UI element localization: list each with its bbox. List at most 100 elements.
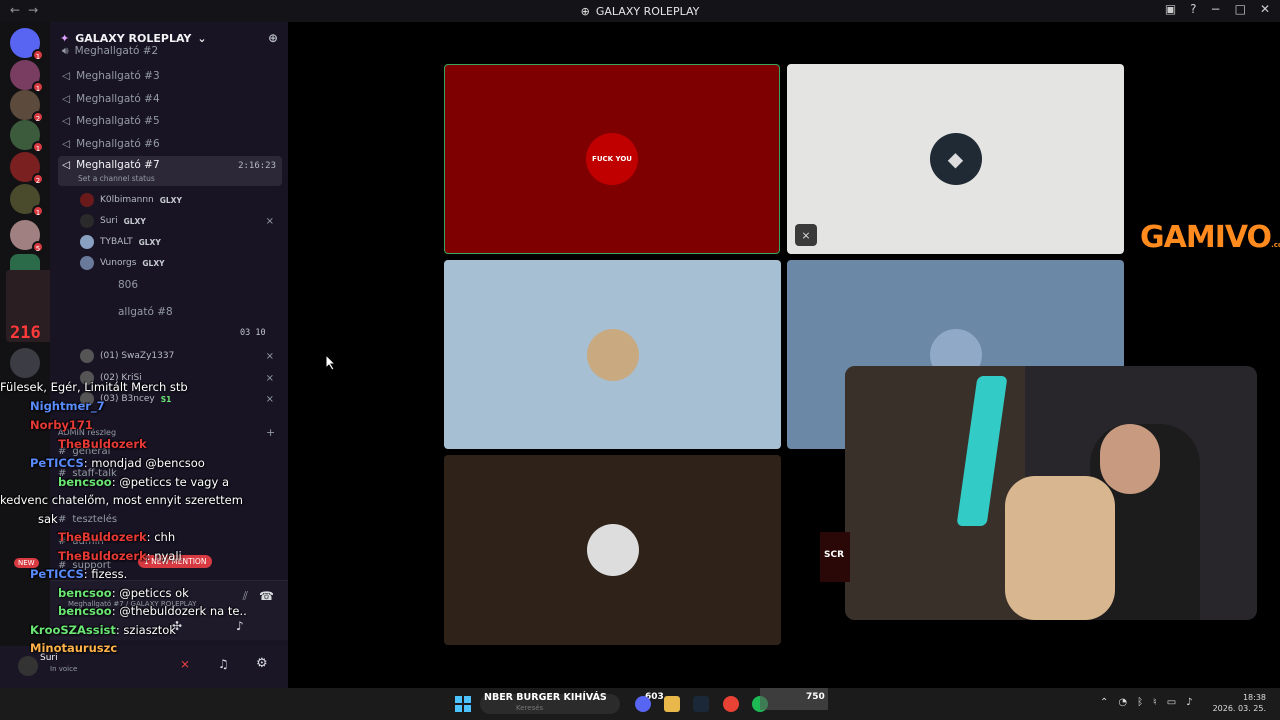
dog bbox=[1005, 476, 1115, 620]
add-channel-icon[interactable]: + bbox=[266, 426, 275, 439]
wolf-avatar: ◆ bbox=[929, 133, 982, 185]
avatar bbox=[586, 328, 639, 381]
channel-status[interactable]: Set a channel status bbox=[78, 174, 155, 183]
settings-gear-icon[interactable]: ⚙ bbox=[256, 656, 268, 671]
muted-icon: ⨯ bbox=[265, 215, 274, 227]
video-tile[interactable] bbox=[444, 455, 781, 645]
chevron-up-icon[interactable]: ⌃ bbox=[1100, 697, 1108, 708]
chat-line: TheBuldozerk: chh bbox=[58, 530, 176, 544]
channel-item[interactable]: 🔊︎ Meghallgató #2 bbox=[58, 44, 282, 58]
channel-item-active[interactable]: ◁ Meghallgató #7 2:16:23 Set a channel st… bbox=[58, 156, 282, 186]
server-icon[interactable]: 1 bbox=[10, 120, 44, 153]
channel-item[interactable]: ◁ Meghallgató #4 bbox=[58, 88, 282, 110]
voice-user[interactable]: K0lbimannn GLXY bbox=[80, 190, 280, 210]
add-member-icon[interactable]: ⊕ bbox=[268, 31, 278, 45]
voice-user[interactable]: Vunorgs GLXY bbox=[80, 253, 280, 273]
chat-line: TheBuldozerk: nyali bbox=[58, 549, 182, 563]
video-tile[interactable]: ◆ ⨯ bbox=[787, 64, 1124, 254]
guild-icon: ✦ bbox=[60, 31, 70, 45]
server-icon: ⊕ bbox=[580, 4, 590, 18]
inbox-icon[interactable]: ▣ bbox=[1165, 2, 1176, 16]
volume-icon[interactable]: ♪ bbox=[1186, 697, 1192, 708]
chat-line: Norby171 bbox=[30, 418, 93, 432]
avatar bbox=[80, 193, 94, 207]
forward-arrow-icon[interactable]: → bbox=[28, 3, 38, 17]
channel-user-count: 03 10 bbox=[240, 328, 266, 338]
server-icon[interactable]: 2 bbox=[10, 90, 44, 123]
voice-user[interactable]: TYBALT GLXY bbox=[80, 232, 280, 252]
server-icon[interactable]: 1 bbox=[10, 60, 44, 93]
channel-item[interactable]: ◁ Meghallgató #3 bbox=[58, 65, 282, 87]
title-bar: ← → ⊕ GALAXY ROLEPLAY ▣ ? − □ ✕ bbox=[0, 0, 1280, 22]
taskbar: Keresés NBER BURGER KIHÍVÁS 603 750 ⌃ ◔ … bbox=[0, 688, 1280, 720]
headphones-icon[interactable]: ♫ bbox=[218, 657, 229, 671]
nav-buttons: ← → bbox=[10, 3, 38, 17]
voice-user[interactable]: (01) SwaZy1337 ⨯ bbox=[80, 346, 280, 366]
event-banner: NBER BURGER KIHÍVÁS bbox=[484, 692, 607, 703]
text-channel[interactable]: # tesztelés bbox=[58, 514, 117, 525]
avatar: FUCK YOU bbox=[586, 133, 638, 185]
server-icon[interactable]: 1 bbox=[10, 184, 44, 217]
steam-icon[interactable] bbox=[693, 696, 709, 712]
viewer-counter: 216 bbox=[10, 323, 41, 343]
discover-icon[interactable] bbox=[10, 348, 40, 378]
server-icon[interactable]: 5 bbox=[10, 220, 44, 253]
chrome-icon[interactable] bbox=[723, 696, 739, 712]
clock[interactable]: 18:38 2026. 03. 25. bbox=[1213, 692, 1266, 714]
speaker-icon: 🔊︎ bbox=[62, 44, 69, 57]
chat-line: PeTICCS: mondjad @bencsoo bbox=[30, 456, 205, 470]
call-timer: 2:16:23 bbox=[238, 161, 276, 171]
close-button[interactable]: ✕ bbox=[1260, 2, 1270, 16]
mic-icon[interactable]: ♮ bbox=[1153, 697, 1157, 708]
folder-icon[interactable] bbox=[664, 696, 680, 712]
avatar[interactable] bbox=[18, 656, 38, 676]
mic-muted-icon[interactable]: ⨯ bbox=[180, 657, 190, 671]
speaker-icon: ◁ bbox=[62, 115, 71, 127]
hash-icon: # bbox=[58, 514, 67, 525]
channel-item[interactable]: ◁ Meghallgató #5 bbox=[58, 110, 282, 132]
speaker-icon: ◁ bbox=[62, 138, 71, 150]
maximize-button[interactable]: □ bbox=[1235, 2, 1246, 16]
disconnect-icon[interactable]: ☎ bbox=[259, 589, 274, 603]
chat-line: bencsoo: @peticcs te vagy a bbox=[58, 475, 229, 489]
muted-icon: ⨯ bbox=[265, 393, 274, 405]
avatar bbox=[80, 214, 94, 228]
chevron-down-icon: ⌄ bbox=[197, 31, 207, 45]
back-arrow-icon[interactable]: ← bbox=[10, 3, 20, 17]
soundboard-icon[interactable]: ♪ bbox=[236, 619, 244, 633]
chat-line: kedvenc chatelőm, most ennyit szerettem bbox=[0, 493, 243, 507]
muted-icon: ⨯ bbox=[265, 350, 274, 362]
noise-suppression-icon[interactable]: ⫽ bbox=[243, 589, 248, 604]
chat-line: bencsoo: @peticcs ok bbox=[58, 586, 189, 600]
chat-line: PeTICCS: fizess. bbox=[30, 567, 128, 581]
video-tile[interactable] bbox=[444, 260, 781, 449]
windows-start-icon[interactable] bbox=[455, 696, 471, 712]
channel-item[interactable]: ◁ Meghallgató #6 bbox=[58, 133, 282, 155]
channel-item[interactable]: 806 bbox=[114, 274, 274, 296]
help-icon[interactable]: ? bbox=[1190, 2, 1196, 16]
monitor-icon[interactable]: ▭ bbox=[1167, 697, 1176, 708]
muted-icon: ⨯ bbox=[795, 224, 817, 246]
discord-icon[interactable] bbox=[635, 696, 651, 712]
voice-user[interactable]: Suri GLXY ⨯ bbox=[80, 211, 280, 231]
home-button[interactable]: 1 bbox=[10, 28, 44, 61]
bluetooth-icon[interactable]: ᛒ bbox=[1137, 697, 1143, 708]
streamer-face bbox=[1100, 424, 1160, 494]
chat-line: sak bbox=[38, 512, 58, 526]
chat-line: KrooSZAssist: sziasztok bbox=[30, 623, 176, 637]
video-tile-speaking[interactable]: FUCK YOU bbox=[444, 64, 780, 254]
channel-item[interactable]: allgató #8 bbox=[114, 301, 274, 323]
webcam-overlay bbox=[845, 366, 1257, 620]
avatar bbox=[80, 235, 94, 249]
chat-line: TheBuldozerk bbox=[58, 437, 147, 451]
tray-icon[interactable]: ◔ bbox=[1118, 697, 1127, 708]
avatar bbox=[586, 524, 639, 576]
server-icon[interactable]: 2 bbox=[10, 152, 44, 185]
speaker-icon: ◁ bbox=[62, 159, 71, 171]
speaker-icon: ◁ bbox=[62, 93, 71, 105]
scr-overlay: SCR bbox=[820, 532, 850, 582]
chat-line: bencsoo: @thebuldozerk na te.. bbox=[58, 604, 247, 618]
window-title: ⊕ GALAXY ROLEPLAY bbox=[580, 4, 700, 18]
minimize-button[interactable]: − bbox=[1211, 2, 1221, 16]
muted-icon: ⨯ bbox=[265, 372, 274, 384]
